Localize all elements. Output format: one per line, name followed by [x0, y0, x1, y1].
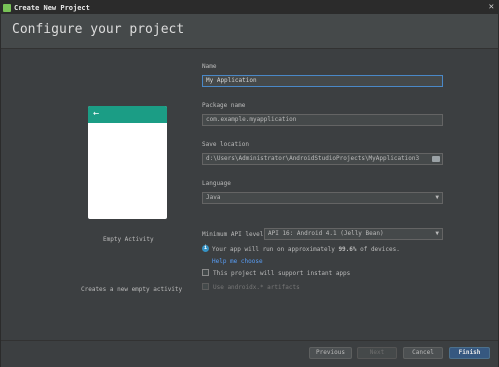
device-coverage-text: Your app will run on approximately 99.6%… — [212, 246, 400, 253]
save-location-field[interactable]: d:\Users\Administrator\AndroidStudioProj… — [202, 153, 443, 165]
instant-apps-label: This project will support instant apps — [213, 270, 351, 277]
help-me-choose-link[interactable]: Help me choose — [212, 258, 263, 265]
cancel-button[interactable]: Cancel — [403, 347, 443, 359]
folder-icon[interactable] — [432, 156, 440, 162]
previous-button[interactable]: Previous — [309, 347, 352, 359]
androidx-label: Use androidx.* artifacts — [213, 284, 300, 291]
info-icon: i — [202, 245, 209, 252]
close-icon[interactable]: ✕ — [489, 2, 494, 12]
instant-apps-checkbox[interactable] — [202, 269, 209, 276]
page-title: Configure your project — [12, 22, 185, 37]
language-label: Language — [202, 180, 231, 187]
next-button[interactable]: Next — [357, 347, 397, 359]
back-arrow-icon: ← — [93, 108, 100, 119]
save-location-value: d:\Users\Administrator\AndroidStudioProj… — [206, 155, 420, 162]
language-dropdown[interactable]: Java ▼ — [202, 192, 443, 204]
chevron-down-icon: ▼ — [435, 194, 439, 201]
language-value: Java — [206, 194, 221, 201]
min-api-dropdown[interactable]: API 16: Android 4.1 (Jelly Bean) ▼ — [264, 228, 443, 240]
package-label: Package name — [202, 102, 246, 109]
min-api-label: Minimum API level — [202, 231, 264, 238]
finish-button[interactable]: Finish — [449, 347, 490, 359]
window-title: Create New Project — [14, 3, 90, 12]
name-label: Name — [202, 63, 217, 70]
save-location-label: Save location — [202, 141, 249, 148]
preview-app-bar: ← — [88, 106, 167, 123]
template-description: Creates a new empty activity — [81, 286, 183, 293]
activity-preview: ← — [88, 106, 167, 219]
package-field[interactable]: com.example.myapplication — [202, 114, 443, 126]
chevron-down-icon: ▼ — [435, 230, 439, 237]
min-api-value: API 16: Android 4.1 (Jelly Bean) — [268, 230, 384, 237]
page-header: Configure your project — [1, 14, 498, 49]
name-field[interactable]: My Application — [202, 75, 443, 87]
title-bar: Create New Project ✕ — [1, 1, 498, 14]
create-project-dialog: Create New Project ✕ Configure your proj… — [0, 0, 499, 367]
androidx-checkbox[interactable] — [202, 283, 209, 290]
template-name: Empty Activity — [103, 236, 154, 243]
android-studio-icon — [3, 3, 11, 12]
